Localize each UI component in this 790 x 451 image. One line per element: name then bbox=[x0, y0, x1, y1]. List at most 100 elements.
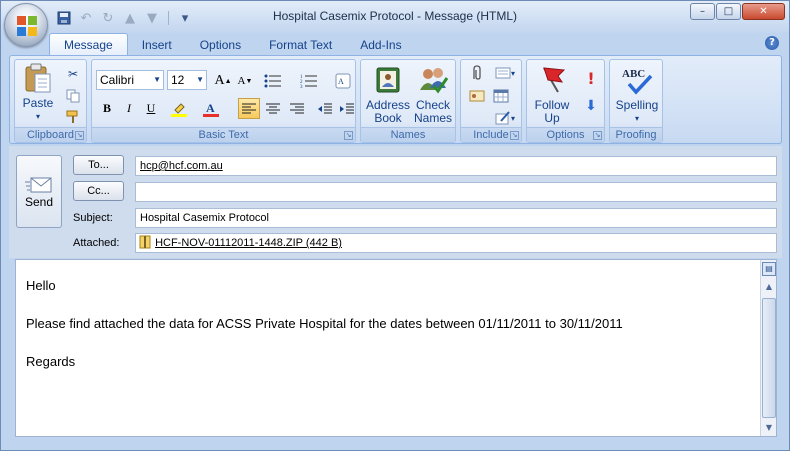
view-ruler-icon[interactable]: ▤ bbox=[762, 262, 776, 276]
cut-icon[interactable]: ✂ bbox=[63, 64, 83, 84]
office-logo-icon bbox=[17, 16, 37, 36]
scroll-thumb[interactable] bbox=[762, 298, 776, 418]
maximize-button[interactable]: □ bbox=[716, 3, 741, 20]
group-options: Follow Up ! ⬇ Options ↘ bbox=[526, 59, 605, 143]
names-group-label: Names bbox=[361, 127, 455, 142]
options-dialog-launcher[interactable]: ↘ bbox=[593, 131, 602, 140]
low-importance-icon[interactable]: ⬇ bbox=[581, 96, 601, 116]
tab-format-text[interactable]: Format Text bbox=[255, 34, 346, 56]
body-message: Please find attached the data for ACSS P… bbox=[26, 316, 623, 331]
align-right-button[interactable] bbox=[286, 98, 308, 119]
business-card-icon[interactable] bbox=[467, 86, 487, 106]
address-book-button[interactable]: Address Book bbox=[365, 64, 411, 125]
address-book-label: Address Book bbox=[365, 98, 411, 125]
increase-indent-button[interactable] bbox=[336, 98, 358, 119]
font-color-button[interactable]: A bbox=[200, 98, 222, 119]
align-center-button[interactable] bbox=[262, 98, 284, 119]
office-button[interactable] bbox=[4, 3, 48, 47]
spelling-label: Spelling bbox=[615, 98, 659, 112]
spelling-button[interactable]: ABC Spelling ▾ bbox=[612, 64, 662, 125]
attach-file-icon[interactable] bbox=[467, 63, 487, 83]
cc-field[interactable] bbox=[135, 182, 777, 202]
numbering-button[interactable]: 123 bbox=[298, 70, 320, 91]
group-clipboard: Paste ▾ ✂ Clipboard ↘ bbox=[14, 59, 87, 143]
paste-button[interactable]: Paste ▾ bbox=[19, 62, 57, 123]
to-button[interactable]: To... bbox=[73, 155, 124, 175]
minimize-button[interactable]: – bbox=[690, 3, 715, 20]
italic-button[interactable]: I bbox=[118, 98, 140, 119]
attachment-link[interactable]: HCF-NOV-01112011-1448.ZIP (442 B) bbox=[155, 237, 342, 249]
svg-text:3: 3 bbox=[300, 85, 303, 88]
decrease-indent-button[interactable] bbox=[314, 98, 336, 119]
cc-button[interactable]: Cc... bbox=[73, 181, 124, 201]
check-names-icon bbox=[420, 68, 449, 94]
subject-field[interactable]: Hospital Casemix Protocol bbox=[135, 208, 777, 228]
send-label: Send bbox=[24, 194, 54, 209]
bold-button[interactable]: B bbox=[96, 98, 118, 119]
signature-dropdown-icon: ▾ bbox=[510, 113, 515, 123]
align-left-button[interactable] bbox=[238, 98, 260, 119]
body-greeting: Hello bbox=[26, 278, 56, 293]
window-title: Hospital Casemix Protocol - Message (HTM… bbox=[272, 9, 518, 23]
to-field[interactable]: hcp@hcf.com.au bbox=[135, 156, 777, 176]
follow-up-flag-icon bbox=[543, 67, 566, 93]
grow-font-button[interactable]: A ▲ bbox=[212, 70, 234, 91]
ribbon-tabs: Message Insert Options Format Text Add-I… bbox=[49, 33, 416, 56]
bullets-button[interactable] bbox=[262, 70, 284, 91]
signature-icon[interactable]: ▾ bbox=[491, 108, 519, 128]
body-signoff: Regards bbox=[26, 354, 76, 369]
font-size-select[interactable]: 12 ▼ bbox=[167, 70, 207, 90]
title-bar: ↶ ↻ ▲ ▼ ▾ Hospital Casemix Protocol - Me… bbox=[1, 1, 789, 33]
ribbon: Paste ▾ ✂ Clipboard ↘ Calibri ▼ 12 ▼ A ▲ A ▼ bbox=[9, 55, 782, 144]
scroll-up-icon[interactable]: ▲ bbox=[762, 280, 776, 294]
styles-icon[interactable]: A bbox=[332, 70, 354, 91]
include-dialog-launcher[interactable]: ↘ bbox=[510, 131, 519, 140]
attached-label: Attached: bbox=[73, 237, 120, 249]
group-proofing: ABC Spelling ▾ Proofing bbox=[609, 59, 663, 143]
tab-options[interactable]: Options bbox=[186, 34, 255, 56]
message-body[interactable]: Hello Please find attached the data for … bbox=[15, 259, 777, 437]
attach-item-dropdown-icon: ▾ bbox=[510, 68, 515, 78]
clipboard-dialog-launcher[interactable]: ↘ bbox=[75, 131, 84, 140]
copy-icon[interactable] bbox=[63, 86, 83, 106]
shrink-font-button[interactable]: A ▼ bbox=[234, 70, 256, 91]
svg-text:A: A bbox=[206, 101, 215, 115]
tab-message[interactable]: Message bbox=[49, 33, 128, 56]
tab-add-ins[interactable]: Add-Ins bbox=[346, 34, 415, 56]
check-names-label: Check Names bbox=[413, 98, 452, 125]
send-envelope-icon bbox=[25, 177, 52, 192]
to-recipient[interactable]: hcp@hcf.com.au bbox=[140, 160, 223, 172]
format-painter-icon[interactable] bbox=[63, 107, 83, 127]
font-name-value: Calibri bbox=[100, 73, 135, 87]
shrink-font-label: A bbox=[237, 74, 246, 87]
send-button[interactable]: Send bbox=[16, 155, 62, 228]
vertical-scrollbar[interactable]: ▤ ▲ ▼ bbox=[760, 260, 776, 436]
grow-font-label: A bbox=[214, 72, 225, 88]
check-names-button[interactable]: Check Names bbox=[411, 64, 455, 125]
underline-button[interactable]: U bbox=[140, 98, 162, 119]
zip-file-icon bbox=[139, 235, 151, 249]
spelling-icon-text: ABC bbox=[622, 68, 645, 80]
scroll-down-icon[interactable]: ▼ bbox=[762, 421, 776, 435]
close-button[interactable]: ✕ bbox=[742, 3, 785, 20]
attached-field: HCF-NOV-01112011-1448.ZIP (442 B) bbox=[135, 233, 777, 253]
font-dropdown-icon: ▼ bbox=[153, 75, 161, 84]
tab-insert[interactable]: Insert bbox=[128, 34, 186, 56]
help-icon[interactable]: ? bbox=[765, 36, 779, 50]
spelling-dropdown-icon: ▾ bbox=[634, 114, 639, 123]
basic-text-group-label: Basic Text bbox=[92, 127, 355, 142]
attach-item-icon[interactable]: ▾ bbox=[491, 63, 519, 83]
high-importance-icon[interactable]: ! bbox=[581, 68, 601, 88]
paste-dropdown-icon: ▾ bbox=[35, 112, 40, 121]
follow-up-label: Follow Up bbox=[534, 98, 570, 125]
paste-label: Paste bbox=[22, 96, 54, 110]
follow-up-button[interactable]: Follow Up bbox=[529, 64, 575, 125]
svg-text:A: A bbox=[338, 77, 344, 86]
message-header: Send To... hcp@hcf.com.au Cc... Subject:… bbox=[9, 146, 782, 258]
font-name-select[interactable]: Calibri ▼ bbox=[96, 70, 164, 90]
basic-text-dialog-launcher[interactable]: ↘ bbox=[344, 131, 353, 140]
calendar-icon[interactable] bbox=[491, 86, 511, 106]
size-dropdown-icon: ▼ bbox=[196, 75, 204, 84]
highlight-color-button[interactable] bbox=[168, 98, 190, 119]
group-include: ▾ ▾ Include ↘ bbox=[460, 59, 522, 143]
